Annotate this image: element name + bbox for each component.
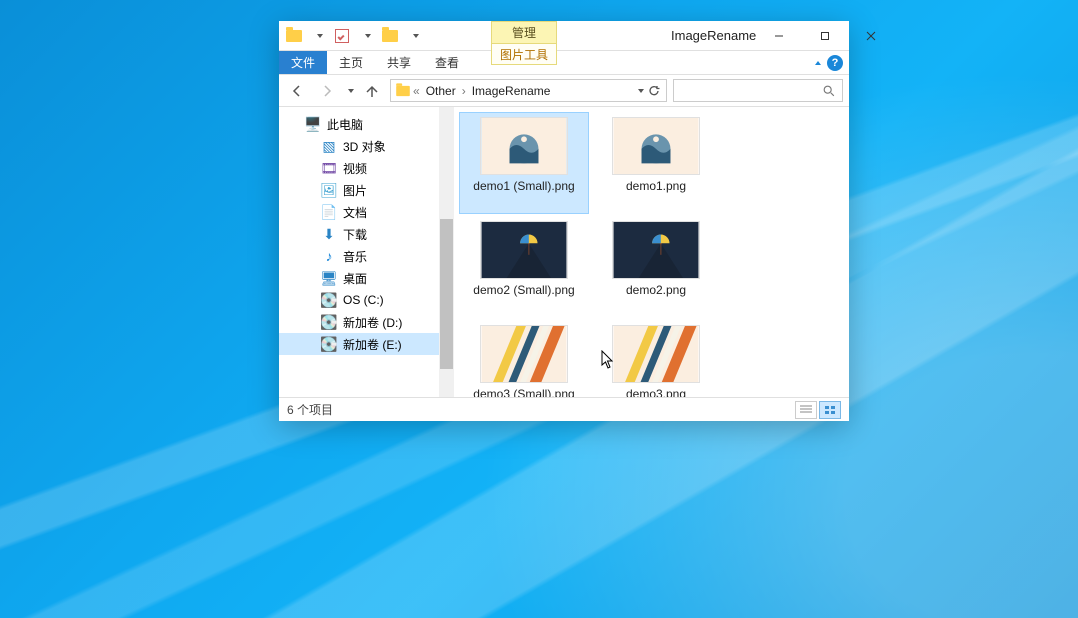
tab-file[interactable]: 文件: [279, 51, 327, 74]
tree-scrollbar[interactable]: [439, 107, 454, 397]
ribbon-tabs: 文件 主页 共享 查看 ?: [279, 51, 849, 75]
body-area: 🖥️ 此电脑 ▧ 3D 对象 🎞 视频 🖼 图片 📄 文档 ⬇ 下载: [279, 107, 849, 397]
scrollbar-thumb[interactable]: [440, 219, 453, 369]
thumbnail: [480, 221, 568, 279]
help-icon[interactable]: ?: [827, 55, 843, 71]
folder-icon[interactable]: [283, 25, 305, 47]
tab-picture-tools[interactable]: 图片工具: [491, 43, 557, 65]
navigation-bar: « Other › ImageRename: [279, 75, 849, 107]
tree-downloads[interactable]: ⬇ 下载: [279, 223, 454, 245]
file-item[interactable]: demo1.png: [592, 113, 720, 213]
navigation-tree[interactable]: 🖥️ 此电脑 ▧ 3D 对象 🎞 视频 🖼 图片 📄 文档 ⬇ 下载: [279, 107, 454, 397]
explorer-window: 管理 图片工具 ImageRename: [279, 21, 849, 421]
file-name: demo1 (Small).png: [473, 179, 574, 193]
tree-drive-d[interactable]: 💽 新加卷 (D:): [279, 311, 454, 333]
file-name: demo2.png: [626, 283, 686, 297]
address-bar[interactable]: « Other › ImageRename: [390, 79, 667, 102]
file-item[interactable]: demo2 (Small).png: [460, 217, 588, 317]
forward-button[interactable]: [315, 79, 339, 103]
window-title: ImageRename: [637, 21, 756, 50]
file-list[interactable]: demo1 (Small).png demo1.png demo2 (Small).…: [454, 107, 849, 397]
qat-dropdown-1[interactable]: [307, 25, 329, 47]
folder-icon: [396, 85, 410, 95]
video-icon: 🎞: [321, 160, 337, 176]
close-button[interactable]: [848, 21, 894, 51]
status-bar: 6 个项目: [279, 397, 849, 421]
file-name: demo1.png: [626, 179, 686, 193]
tree-pictures[interactable]: 🖼 图片: [279, 179, 454, 201]
tree-desktop[interactable]: 🖥 桌面: [279, 267, 454, 289]
tree-this-pc[interactable]: 🖥️ 此电脑: [279, 113, 454, 135]
manage-label: 管理: [491, 21, 557, 43]
thumbnail: [612, 325, 700, 383]
file-name: demo2 (Small).png: [473, 283, 574, 297]
quick-access-toolbar: [279, 21, 425, 50]
drive-icon: 💽: [321, 292, 337, 308]
breadcrumb-overflow[interactable]: «: [413, 84, 420, 98]
desktop-icon: 🖥: [321, 270, 337, 286]
thumbnail: [612, 221, 700, 279]
drive-icon: 💽: [321, 314, 337, 330]
tree-drive-c[interactable]: 💽 OS (C:): [279, 289, 454, 311]
thumbnail: [612, 117, 700, 175]
refresh-icon[interactable]: [646, 83, 662, 99]
window-controls: [756, 21, 894, 50]
ribbon-collapse-icon[interactable]: [815, 61, 821, 65]
file-item[interactable]: demo3 (Small).png: [460, 321, 588, 397]
status-count: 6 个项目: [287, 401, 333, 418]
minimize-button[interactable]: [756, 21, 802, 51]
chevron-right-icon[interactable]: ›: [462, 84, 466, 98]
file-name: demo3 (Small).png: [473, 387, 574, 397]
tab-view[interactable]: 查看: [423, 51, 471, 74]
pc-icon: 🖥️: [305, 116, 321, 132]
address-dropdown[interactable]: [638, 89, 644, 93]
history-dropdown[interactable]: [348, 89, 354, 93]
contextual-tab-group: 管理 图片工具: [491, 21, 557, 73]
up-button[interactable]: [360, 79, 384, 103]
tree-drive-e[interactable]: 💽 新加卷 (E:): [279, 333, 454, 355]
file-name: demo3.png: [626, 387, 686, 397]
tree-3d-objects[interactable]: ▧ 3D 对象: [279, 135, 454, 157]
qat-dropdown-2[interactable]: [355, 25, 377, 47]
properties-icon[interactable]: [331, 25, 353, 47]
breadcrumb-other[interactable]: Other: [422, 84, 460, 98]
titlebar: ImageRename: [279, 21, 849, 51]
new-folder-icon[interactable]: [379, 25, 401, 47]
document-icon: 📄: [321, 204, 337, 220]
qat-customize[interactable]: [403, 25, 425, 47]
tree-videos[interactable]: 🎞 视频: [279, 157, 454, 179]
details-view-button[interactable]: [795, 401, 817, 419]
file-item[interactable]: demo2.png: [592, 217, 720, 317]
icons-view-button[interactable]: [819, 401, 841, 419]
breadcrumb-imagerename[interactable]: ImageRename: [468, 84, 555, 98]
music-icon: ♪: [321, 248, 337, 264]
back-button[interactable]: [285, 79, 309, 103]
cube-icon: ▧: [321, 138, 337, 154]
search-input[interactable]: [673, 79, 843, 102]
tree-documents[interactable]: 📄 文档: [279, 201, 454, 223]
view-toggle: [795, 401, 841, 419]
search-icon: [822, 84, 836, 98]
picture-icon: 🖼: [321, 182, 337, 198]
tab-home[interactable]: 主页: [327, 51, 375, 74]
thumbnail: [480, 325, 568, 383]
maximize-button[interactable]: [802, 21, 848, 51]
tab-share[interactable]: 共享: [375, 51, 423, 74]
drive-icon: 💽: [321, 336, 337, 352]
download-icon: ⬇: [321, 226, 337, 242]
file-item[interactable]: demo1 (Small).png: [460, 113, 588, 213]
tree-music[interactable]: ♪ 音乐: [279, 245, 454, 267]
thumbnail: [480, 117, 568, 175]
mouse-cursor: [601, 350, 615, 370]
